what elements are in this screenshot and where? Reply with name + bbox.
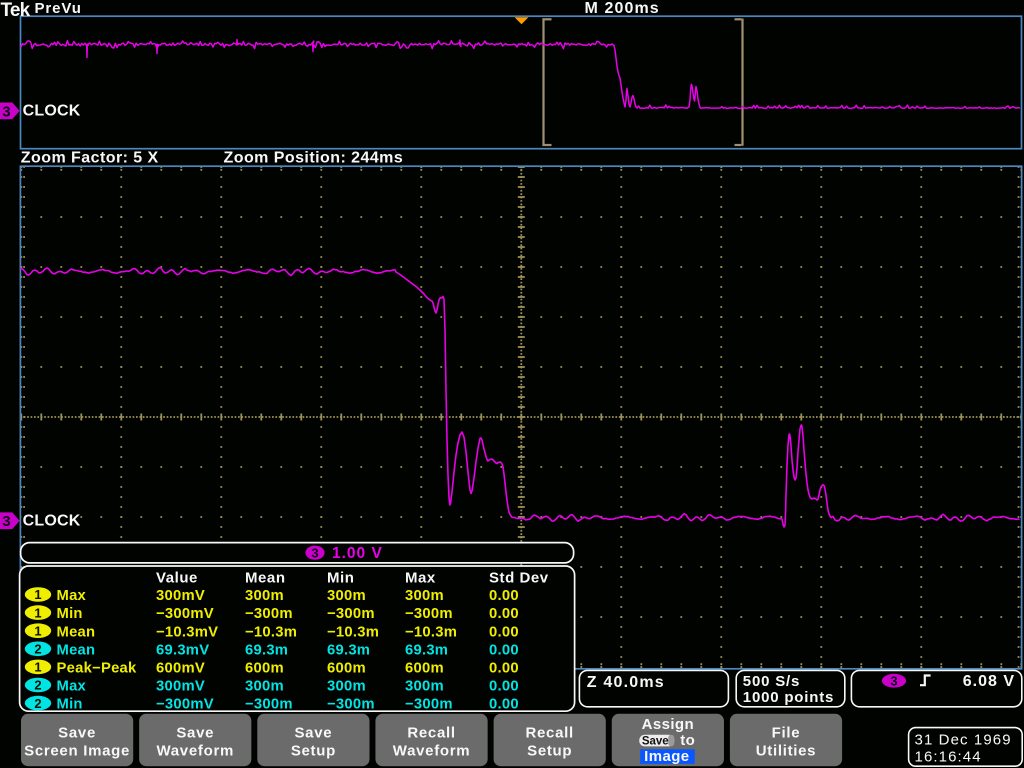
svg-text:600m: 600m: [327, 661, 366, 677]
svg-text:Min: Min: [57, 697, 83, 713]
svg-text:Zoom Factor: 5 X: Zoom Factor: 5 X: [21, 149, 159, 166]
svg-text:1: 1: [34, 623, 41, 638]
svg-text:300m: 300m: [405, 588, 444, 604]
svg-text:300m: 300m: [327, 679, 366, 695]
svg-text:Utilities: Utilities: [756, 743, 816, 760]
svg-text:1: 1: [34, 587, 41, 602]
svg-text:0.00: 0.00: [489, 679, 519, 695]
svg-text:1.00 V: 1.00 V: [332, 545, 383, 562]
svg-text:−300mV: −300mV: [156, 697, 214, 713]
svg-text:16:16:44: 16:16:44: [915, 749, 982, 766]
svg-text:500 S/s: 500 S/s: [743, 673, 800, 690]
svg-text:−300m: −300m: [245, 697, 293, 713]
svg-text:69.3mV: 69.3mV: [156, 642, 209, 658]
svg-text:Save: Save: [294, 725, 332, 742]
svg-text:Mean: Mean: [57, 624, 96, 640]
svg-text:File: File: [772, 725, 801, 742]
svg-text:Min: Min: [327, 569, 354, 586]
svg-text:69.3m: 69.3m: [405, 642, 448, 658]
svg-text:CLOCK: CLOCK: [23, 102, 81, 119]
svg-text:Save: Save: [642, 735, 669, 747]
svg-text:Save: Save: [58, 725, 96, 742]
svg-text:−300m: −300m: [245, 606, 293, 622]
svg-text:300m: 300m: [405, 679, 444, 695]
svg-text:Recall: Recall: [525, 725, 573, 742]
svg-text:Save: Save: [176, 725, 214, 742]
svg-text:1: 1: [34, 605, 41, 620]
svg-text:−300m: −300m: [405, 697, 453, 713]
svg-text:Min: Min: [57, 606, 83, 622]
svg-text:3: 3: [311, 546, 318, 561]
svg-text:CLOCK: CLOCK: [23, 512, 81, 529]
svg-text:300mV: 300mV: [156, 679, 205, 695]
svg-text:−300m: −300m: [327, 697, 375, 713]
svg-text:600m: 600m: [405, 661, 444, 677]
svg-text:Peak−Peak: Peak−Peak: [57, 661, 138, 677]
svg-text:600m: 600m: [245, 661, 284, 677]
svg-text:600mV: 600mV: [156, 661, 205, 677]
svg-text:2: 2: [34, 678, 41, 693]
svg-text:Waveform: Waveform: [393, 743, 471, 760]
svg-text:Mean: Mean: [57, 642, 96, 658]
svg-text:0.00: 0.00: [489, 606, 519, 622]
svg-text:PreVu: PreVu: [35, 0, 82, 17]
svg-text:Zoom Position: 244ms: Zoom Position: 244ms: [224, 149, 404, 166]
svg-text:1: 1: [34, 660, 41, 675]
svg-text:3: 3: [2, 103, 10, 120]
svg-text:3: 3: [890, 674, 897, 689]
svg-text:−300m: −300m: [405, 606, 453, 622]
svg-text:Value: Value: [156, 569, 198, 586]
svg-text:Setup: Setup: [291, 743, 336, 760]
svg-text:Waveform: Waveform: [156, 743, 234, 760]
svg-text:300m: 300m: [245, 588, 284, 604]
svg-text:Recall: Recall: [407, 725, 455, 742]
svg-text:−10.3m: −10.3m: [245, 624, 297, 640]
svg-text:3: 3: [2, 513, 10, 530]
svg-text:1000 points: 1000 points: [743, 689, 834, 706]
svg-text:−300m: −300m: [327, 606, 375, 622]
svg-text:31 Dec 1969: 31 Dec 1969: [915, 732, 1012, 749]
svg-text:0.00: 0.00: [489, 697, 519, 713]
svg-text:2: 2: [34, 696, 41, 711]
svg-text:Max: Max: [57, 588, 87, 604]
svg-text:0.00: 0.00: [489, 642, 519, 658]
svg-text:69.3m: 69.3m: [245, 642, 288, 658]
svg-text:to: to: [680, 732, 695, 749]
svg-text:300m: 300m: [245, 679, 284, 695]
svg-text:Mean: Mean: [245, 569, 286, 586]
svg-text:Setup: Setup: [527, 743, 572, 760]
svg-text:300mV: 300mV: [156, 588, 205, 604]
svg-text:Z 40.0ms: Z 40.0ms: [587, 674, 665, 691]
svg-text:0.00: 0.00: [489, 624, 519, 640]
svg-text:69.3m: 69.3m: [327, 642, 370, 658]
svg-text:0.00: 0.00: [489, 661, 519, 677]
svg-text:Max: Max: [405, 569, 436, 586]
svg-text:−300mV: −300mV: [156, 606, 214, 622]
svg-text:0.00: 0.00: [489, 588, 519, 604]
svg-text:2: 2: [34, 642, 41, 657]
svg-text:Screen Image: Screen Image: [24, 743, 130, 760]
svg-text:Image: Image: [644, 748, 689, 765]
svg-text:Std Dev: Std Dev: [489, 569, 549, 586]
svg-text:M 200ms: M 200ms: [585, 0, 660, 17]
svg-text:6.08 V: 6.08 V: [963, 673, 1015, 690]
svg-text:Tek: Tek: [1, 0, 31, 21]
svg-text:Assign: Assign: [642, 716, 694, 733]
svg-text:−10.3m: −10.3m: [327, 624, 379, 640]
svg-text:−10.3m: −10.3m: [405, 624, 457, 640]
svg-text:300m: 300m: [327, 588, 366, 604]
svg-text:−10.3mV: −10.3mV: [156, 624, 218, 640]
svg-text:Max: Max: [57, 679, 87, 695]
